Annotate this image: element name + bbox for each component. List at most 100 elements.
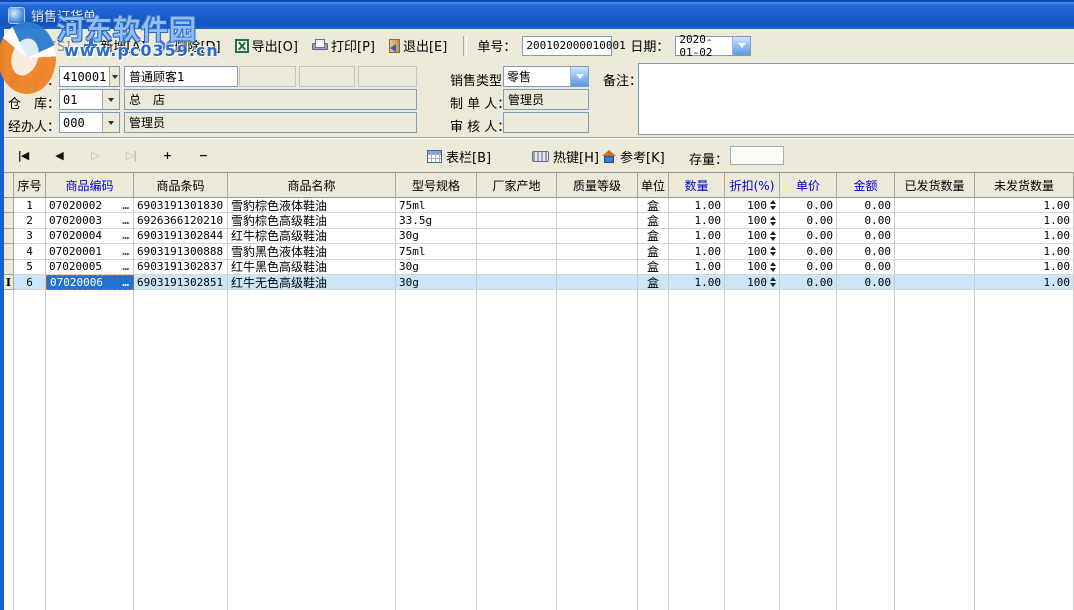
customer-combo-button[interactable] xyxy=(109,67,119,86)
cell-spec[interactable]: 75ml xyxy=(396,198,477,213)
cell-seq[interactable]: 3 xyxy=(14,229,46,244)
col-header-unshipped-qty[interactable]: 未发货数量 xyxy=(975,173,1074,198)
cell-quality[interactable] xyxy=(557,229,638,244)
col-header-quality[interactable]: 质量等级 xyxy=(557,173,638,198)
cell-shipped-qty[interactable] xyxy=(895,244,975,259)
cell-barcode[interactable]: 6926366120210 xyxy=(134,213,228,228)
cell-barcode[interactable]: 6903191301830 xyxy=(134,198,228,213)
cell-product-code[interactable]: 07020004… xyxy=(46,229,134,244)
lookup-ellipsis-button[interactable]: … xyxy=(122,199,130,212)
cell-unshipped-qty[interactable]: 1.00 xyxy=(975,275,1074,290)
next-record-button[interactable]: ▷ xyxy=(84,146,106,164)
cell-unit[interactable]: 盒 xyxy=(638,260,669,275)
cell-unit[interactable]: 盒 xyxy=(638,229,669,244)
cell-discount[interactable]: 100 xyxy=(725,213,780,228)
cell-unit-price[interactable]: 0.00 xyxy=(780,275,837,290)
cell-unit[interactable]: 盒 xyxy=(638,198,669,213)
sales-type-dropdown[interactable]: 零售 xyxy=(503,66,589,87)
cell-shipped-qty[interactable] xyxy=(895,275,975,290)
cell-discount[interactable]: 100 xyxy=(725,229,780,244)
cell-quality[interactable] xyxy=(557,198,638,213)
spinner-icon[interactable] xyxy=(770,200,776,210)
cell-qty[interactable]: 1.00 xyxy=(669,198,725,213)
date-dropdown-button[interactable] xyxy=(732,37,750,55)
spinner-icon[interactable] xyxy=(770,246,776,256)
cell-amount[interactable]: 0.00 xyxy=(837,229,895,244)
cell-vendor[interactable] xyxy=(477,275,557,290)
cell-amount[interactable]: 0.00 xyxy=(837,244,895,259)
reference-button[interactable]: 参考[K] xyxy=(602,147,665,166)
cell-vendor[interactable] xyxy=(477,260,557,275)
spinner-icon[interactable] xyxy=(770,277,776,287)
print-button[interactable]: 打印[P] xyxy=(312,36,375,55)
cell-product-code[interactable]: 07020005… xyxy=(46,260,134,275)
cell-quality[interactable] xyxy=(557,275,638,290)
cell-unshipped-qty[interactable]: 1.00 xyxy=(975,213,1074,228)
cell-barcode[interactable]: 6903191302851 xyxy=(134,275,228,290)
cell-product-name[interactable]: 红牛无色高级鞋油 xyxy=(228,275,396,290)
cell-unit-price[interactable]: 0.00 xyxy=(780,260,837,275)
cell-seq[interactable]: 5 xyxy=(14,260,46,275)
cell-unit-price[interactable]: 0.00 xyxy=(780,198,837,213)
cell-unshipped-qty[interactable]: 1.00 xyxy=(975,198,1074,213)
spinner-icon[interactable] xyxy=(770,231,776,241)
cell-product-code[interactable]: 07020003… xyxy=(46,213,134,228)
cell-unshipped-qty[interactable]: 1.00 xyxy=(975,229,1074,244)
cell-qty[interactable]: 1.00 xyxy=(669,244,725,259)
sales-type-dropdown-button[interactable] xyxy=(570,67,588,86)
cell-unit-price[interactable]: 0.00 xyxy=(780,244,837,259)
col-header-product-code[interactable]: 商品编码 xyxy=(46,173,134,198)
cell-amount[interactable]: 0.00 xyxy=(837,198,895,213)
handler-code-combo[interactable]: 000 xyxy=(59,112,120,133)
cell-qty[interactable]: 1.00 xyxy=(669,229,725,244)
cell-spec[interactable]: 33.5g xyxy=(396,213,477,228)
col-header-barcode[interactable]: 商品条码 xyxy=(134,173,228,198)
cell-unshipped-qty[interactable]: 1.00 xyxy=(975,244,1074,259)
lookup-ellipsis-button[interactable]: … xyxy=(122,260,130,273)
cell-seq[interactable]: 2 xyxy=(14,213,46,228)
table-columns-button[interactable]: 表栏[B] xyxy=(427,147,491,166)
col-header-unit[interactable]: 单位 xyxy=(638,173,669,198)
delete-button[interactable]: 删除[D] xyxy=(159,36,220,55)
hotkey-button[interactable]: 热键[H] xyxy=(532,147,599,166)
save-button[interactable]: 保存[S] xyxy=(10,36,70,55)
order-no-input[interactable]: 200102000010001 xyxy=(522,36,612,56)
spinner-icon[interactable] xyxy=(770,262,776,272)
new-button[interactable]: 新增[A] xyxy=(84,36,145,55)
cell-spec[interactable]: 30g xyxy=(396,260,477,275)
cell-quality[interactable] xyxy=(557,244,638,259)
cell-unit[interactable]: 盒 xyxy=(638,213,669,228)
col-header-vendor[interactable]: 厂家产地 xyxy=(477,173,557,198)
date-dropdown[interactable]: 2020-01-02 xyxy=(675,36,751,56)
cell-spec[interactable]: 30g xyxy=(396,275,477,290)
cell-unit-price[interactable]: 0.00 xyxy=(780,213,837,228)
handler-combo-button[interactable] xyxy=(102,113,119,132)
cell-unit[interactable]: 盒 xyxy=(638,244,669,259)
col-header-discount[interactable]: 折扣(%) xyxy=(725,173,780,198)
col-header-unit-price[interactable]: 单价 xyxy=(780,173,837,198)
cell-product-code[interactable]: 07020001… xyxy=(46,244,134,259)
cell-shipped-qty[interactable] xyxy=(895,213,975,228)
cell-unit-price[interactable]: 0.00 xyxy=(780,229,837,244)
cell-product-name[interactable]: 红牛棕色高级鞋油 xyxy=(228,229,396,244)
cell-qty[interactable]: 1.00 xyxy=(669,275,725,290)
col-header-qty[interactable]: 数量 xyxy=(669,173,725,198)
cell-discount[interactable]: 100 xyxy=(725,260,780,275)
cell-product-code[interactable]: 07020002… xyxy=(46,198,134,213)
insert-row-button[interactable]: + xyxy=(156,146,178,164)
remark-textarea[interactable] xyxy=(638,63,1074,135)
cell-qty[interactable]: 1.00 xyxy=(669,213,725,228)
lookup-ellipsis-button[interactable]: … xyxy=(122,214,130,227)
col-header-row-indicator[interactable] xyxy=(4,173,14,198)
customer-code-combo[interactable]: 410001 xyxy=(59,66,120,87)
title-bar[interactable]: 销售订货单 xyxy=(0,0,1074,29)
col-header-seq[interactable]: 序号 xyxy=(14,173,46,198)
col-header-spec[interactable]: 型号规格 xyxy=(396,173,477,198)
lookup-ellipsis-button[interactable]: … xyxy=(122,276,130,289)
cell-vendor[interactable] xyxy=(477,244,557,259)
cell-barcode[interactable]: 6903191302837 xyxy=(134,260,228,275)
cell-vendor[interactable] xyxy=(477,213,557,228)
first-record-button[interactable]: |◀ xyxy=(12,146,34,164)
spinner-icon[interactable] xyxy=(770,216,776,226)
cell-discount[interactable]: 100 xyxy=(725,244,780,259)
